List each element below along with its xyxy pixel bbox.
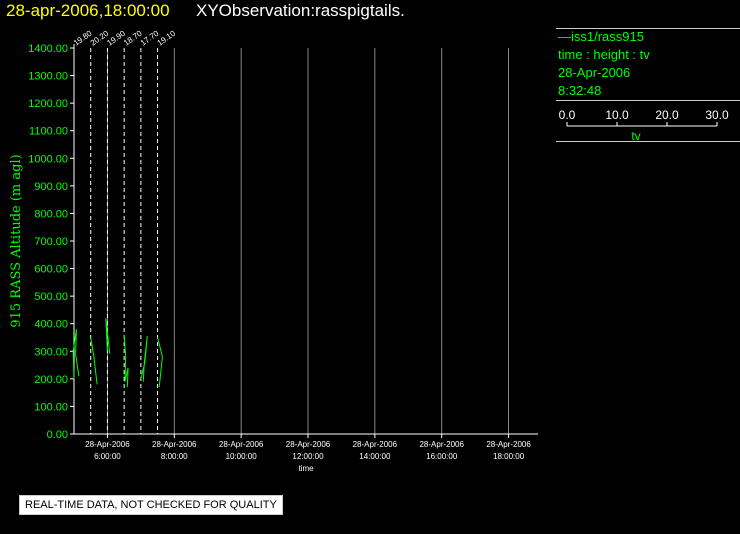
grid-layer bbox=[107, 48, 509, 434]
x-tick-time-label: 16:00:00 bbox=[426, 452, 458, 461]
axis-layer: 28-Apr-2006 6:00:00 28-Apr-2006 8:00:00 28-A… bbox=[28, 43, 538, 461]
y-tick-label: 700.00 bbox=[34, 236, 68, 248]
y-tick-label: 1300.00 bbox=[28, 71, 68, 83]
y-tick-label: 100.00 bbox=[34, 401, 68, 413]
x-axis-label: time bbox=[298, 464, 314, 473]
y-tick-label: 0.00 bbox=[47, 429, 68, 441]
x-tick-time-label: 14:00:00 bbox=[359, 452, 391, 461]
y-tick-label: 300.00 bbox=[34, 346, 68, 358]
profile-trace bbox=[90, 337, 98, 385]
x-tick-date-label: 28-Apr-2006 bbox=[486, 440, 531, 449]
x-tick-date-label: 28-Apr-2006 bbox=[152, 440, 197, 449]
x-tick-date-label: 28-Apr-2006 bbox=[286, 440, 331, 449]
y-tick-label: 1400.00 bbox=[28, 43, 68, 55]
rass-chart: 28-Apr-2006 6:00:00 28-Apr-2006 8:00:00 28-A… bbox=[9, 28, 538, 473]
y-tick-label: 600.00 bbox=[34, 264, 68, 276]
x-tick-date-label: 28-Apr-2006 bbox=[353, 440, 398, 449]
y-tick-label: 800.00 bbox=[34, 208, 68, 220]
x-tick-time-label: 8:00:00 bbox=[161, 452, 188, 461]
profile-layer: 19.8020.2019.9018.7017.7019.10 bbox=[72, 28, 178, 434]
quality-notice: REAL-TIME DATA, NOT CHECKED FOR QUALITY bbox=[19, 495, 283, 515]
y-axis-label: 915 RASS Altitude (m agl) bbox=[9, 154, 24, 327]
y-tick-label: 200.00 bbox=[34, 374, 68, 386]
x-tick-time-label: 10:00:00 bbox=[226, 452, 258, 461]
x-tick-time-label: 6:00:00 bbox=[94, 452, 121, 461]
y-tick-label: 900.00 bbox=[34, 181, 68, 193]
profile-trace bbox=[123, 334, 129, 388]
profile-label: 19.10 bbox=[156, 28, 178, 47]
y-tick-label: 400.00 bbox=[34, 319, 68, 331]
profile-trace bbox=[157, 337, 163, 388]
y-tick-label: 1200.00 bbox=[28, 98, 68, 110]
x-tick-date-label: 28-Apr-2006 bbox=[219, 440, 264, 449]
x-tick-date-label: 28-Apr-2006 bbox=[85, 440, 130, 449]
x-tick-date-label: 28-Apr-2006 bbox=[419, 440, 464, 449]
x-tick-time-label: 18:00:00 bbox=[493, 452, 525, 461]
y-tick-label: 500.00 bbox=[34, 291, 68, 303]
y-tick-label: 1000.00 bbox=[28, 153, 68, 165]
x-tick-time-label: 12:00:00 bbox=[292, 452, 324, 461]
y-tick-label: 1100.00 bbox=[29, 126, 68, 138]
profile-trace bbox=[140, 336, 148, 382]
